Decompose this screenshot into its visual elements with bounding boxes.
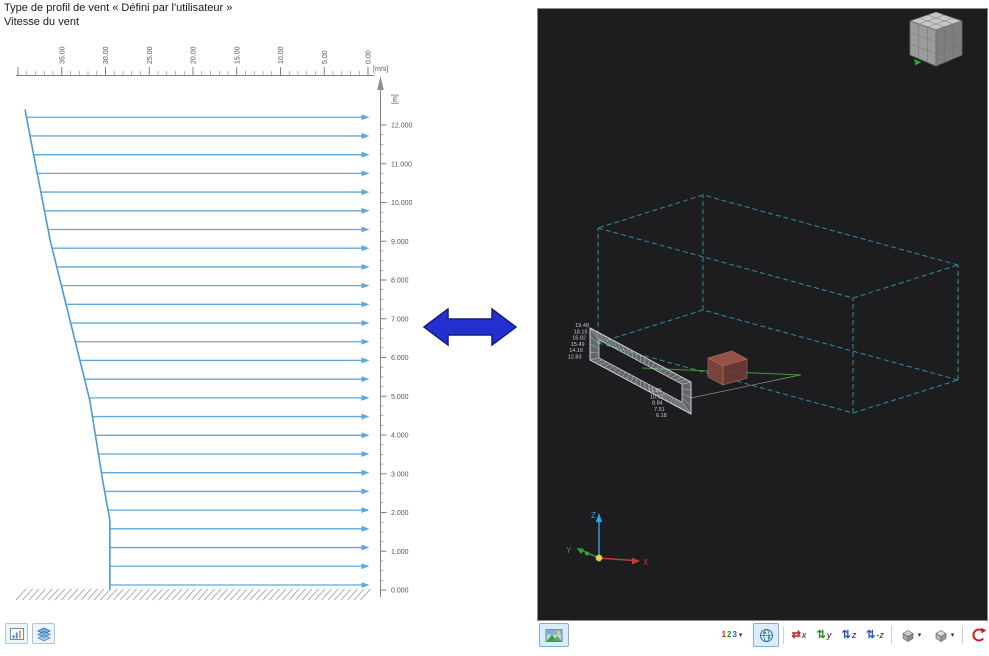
speed-tick-label: 35.00 <box>59 46 66 64</box>
wall-value-labels-upper: 19.4818.1516.8215.4914.1612.83 <box>568 323 589 361</box>
svg-text:19.48: 19.48 <box>575 323 589 329</box>
coordinate-triad: Z X Y <box>566 511 649 567</box>
link-arrow-icon <box>420 300 524 354</box>
speed-tick-label: 5.00 <box>322 50 329 64</box>
globe-icon <box>759 628 774 643</box>
axis-x-label: X <box>643 558 649 567</box>
height-tick-label: 9.000 <box>391 239 409 246</box>
numbering-dropdown-button[interactable]: 1 2 3 ▾ <box>713 623 751 647</box>
svg-text:12.83: 12.83 <box>568 355 582 361</box>
box-view-icon <box>933 628 949 643</box>
axis-z-label: Z <box>591 511 596 520</box>
svg-text:15.49: 15.49 <box>571 342 585 348</box>
view-minus-z-arrows-icon: ⇅ <box>866 630 875 641</box>
view-y-label: y <box>827 631 832 640</box>
view-y-arrows-icon: ⇅ <box>817 630 826 641</box>
viewport-3d[interactable]: 19.4818.1516.8215.4914.1612.83 11.5010.17… <box>537 8 988 621</box>
toolbar-separator <box>962 626 963 644</box>
view-minus-z-button[interactable]: ⇅ -z <box>862 623 888 647</box>
speed-tick-label: 10.00 <box>278 46 285 64</box>
chart-settings-button[interactable] <box>5 623 28 644</box>
height-tick-label: 11.000 <box>391 161 412 168</box>
chart-toolbar <box>5 623 55 644</box>
render-preview-icon <box>545 628 563 643</box>
toolbar-separator <box>891 626 892 644</box>
caret-down-icon: ▾ <box>951 632 955 639</box>
height-axis <box>381 86 387 597</box>
height-tick-label: 0.000 <box>391 588 409 595</box>
height-axis-arrow <box>377 76 384 90</box>
view-x-label: x <box>802 631 807 640</box>
height-tick-label: 7.000 <box>391 316 409 323</box>
navigation-cube[interactable] <box>910 12 962 66</box>
height-tick-label: 5.000 <box>391 394 409 401</box>
caret-down-icon: ▾ <box>918 632 922 639</box>
height-tick-label: 3.000 <box>391 471 409 478</box>
speed-tick-label: 25.00 <box>147 46 154 64</box>
speed-axis <box>16 67 374 76</box>
view-z-label: z <box>852 631 857 640</box>
caret-down-icon: ▾ <box>739 632 743 639</box>
svg-text:8.84: 8.84 <box>652 401 663 407</box>
speed-tick-label: 0.00 <box>366 50 373 64</box>
speed-tick-label: 15.00 <box>234 46 241 64</box>
view-minus-z-label: -z <box>876 631 884 640</box>
height-tick-label: 4.000 <box>391 433 409 440</box>
view-z-arrows-icon: ⇅ <box>842 630 851 641</box>
height-tick-label: 12.000 <box>391 123 413 130</box>
wind-profile-line <box>25 110 110 591</box>
rotate-view-button[interactable] <box>966 623 989 647</box>
chart-icon <box>9 626 25 642</box>
speed-axis-unit: [m/s] <box>373 66 388 73</box>
wall-panel <box>590 328 691 414</box>
height-tick-label: 6.000 <box>391 355 409 362</box>
toolbar-separator <box>783 626 784 644</box>
speed-tick-label: 30.00 <box>103 46 110 64</box>
view-cube-icon <box>900 628 916 643</box>
render-mode-button[interactable] <box>539 623 569 647</box>
cube-y-marker-icon <box>914 59 922 66</box>
rotate-view-icon <box>970 627 988 643</box>
projection-dropdown-button[interactable]: ▾ <box>928 623 959 647</box>
numbers-123-icon: 1 <box>722 631 726 639</box>
chart-layers-button[interactable] <box>32 623 55 644</box>
isometric-view-dropdown-button[interactable]: ▾ <box>895 623 926 647</box>
axis-y-label: Y <box>566 546 572 555</box>
height-tick-label: 1.000 <box>391 549 409 556</box>
ground-hatch <box>16 589 371 600</box>
height-tick-label: 2.000 <box>391 510 409 517</box>
height-tick-label: 8.000 <box>391 278 409 285</box>
svg-text:16.82: 16.82 <box>572 336 586 342</box>
viewport-toolbar: 1 2 3 ▾ ⇄ x ⇅ y ⇅ z ⇅ <box>537 622 989 654</box>
app-root: Type de profil de vent « Défini par l'ut… <box>0 0 989 656</box>
numbers-123-icon: 3 <box>732 631 736 639</box>
layers-icon <box>36 626 52 642</box>
view-x-arrows-icon: ⇄ <box>792 630 801 641</box>
height-axis-unit: [m] <box>392 94 399 104</box>
svg-text:7.51: 7.51 <box>654 407 665 413</box>
speed-tick-label: 20.00 <box>191 46 198 64</box>
view-y-button[interactable]: ⇅ y <box>812 623 836 647</box>
view-x-button[interactable]: ⇄ x <box>787 623 811 647</box>
svg-text:14.16: 14.16 <box>569 348 583 354</box>
svg-text:6.18: 6.18 <box>656 413 667 419</box>
height-tick-label: 10.000 <box>391 200 413 207</box>
numbers-123-icon: 2 <box>727 631 731 639</box>
svg-text:10.17: 10.17 <box>650 394 664 400</box>
viewport-canvas: 19.4818.1516.8215.4914.1612.83 11.5010.17… <box>538 9 987 620</box>
svg-text:18.15: 18.15 <box>574 329 588 335</box>
building-model <box>708 351 747 385</box>
view-z-button[interactable]: ⇅ z <box>837 623 861 647</box>
wind-tunnel-box <box>598 195 958 413</box>
svg-text:11.50: 11.50 <box>648 388 661 394</box>
globe-display-button[interactable] <box>753 623 779 647</box>
